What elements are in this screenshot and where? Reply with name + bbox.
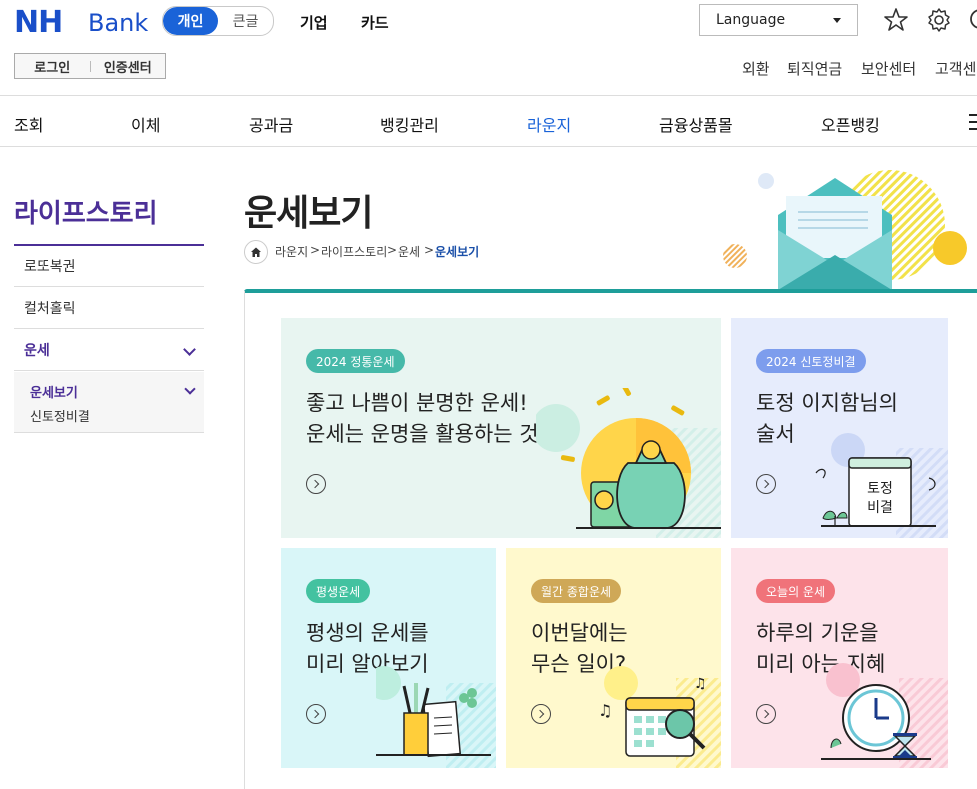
card-title-line2: 술서	[756, 422, 795, 446]
sidebar-item-culture[interactable]: 컬처홀릭	[14, 288, 204, 329]
svg-text:♫: ♫	[694, 676, 707, 692]
clock-hourglass-illustration	[821, 663, 948, 768]
language-select[interactable]: Language	[699, 4, 858, 36]
card-daily-fortune[interactable]: 오늘의 운세 하루의 기운을 미리 아는 지혜	[731, 548, 948, 768]
gnb-open-banking[interactable]: 오픈뱅킹	[821, 112, 880, 136]
util-foreign-exchange[interactable]: 외환	[742, 58, 770, 79]
bank-logo[interactable]: Bank	[88, 9, 148, 37]
sidebar-item-fortune[interactable]: 운세	[14, 330, 204, 371]
menu-icon[interactable]	[967, 112, 977, 132]
gnb-financial-mall[interactable]: 금융상품몰	[659, 112, 733, 136]
breadcrumb-separator: >	[424, 243, 435, 257]
top-menu-card[interactable]: 카드	[361, 12, 389, 33]
card-arrow-button[interactable]	[531, 704, 551, 724]
book-title-line1: 토정	[867, 481, 893, 497]
certificate-center-button[interactable]: 인증센터	[91, 57, 166, 76]
card-title-line2: 운세는 운명을 활용하는 것	[306, 422, 539, 446]
svg-text:♫: ♫	[598, 701, 612, 720]
gnb-banking-management[interactable]: 뱅킹관리	[380, 112, 439, 136]
sidebar-item-label: 운세	[24, 343, 50, 359]
breadcrumb-item[interactable]: 운세	[398, 243, 420, 260]
divider	[0, 146, 977, 147]
divider	[0, 95, 977, 96]
gnb-transfer[interactable]: 이체	[131, 112, 160, 136]
sidebar-item-lotto[interactable]: 로또복권	[14, 246, 204, 287]
card-annual-fortune[interactable]: 2024 정통운세 좋고 나쁨이 분명한 운세! 운세는 운명을 활용하는 것	[281, 318, 721, 538]
divider	[244, 291, 245, 789]
search-icon[interactable]	[966, 6, 977, 34]
card-monthly-fortune[interactable]: 월간 종합운세 이번달에는 무슨 일이? ♫ ♫	[506, 548, 721, 768]
gnb-utility-bill[interactable]: 공과금	[249, 112, 293, 136]
card-title-line1: 이번달에는	[531, 621, 628, 645]
content-top-bar	[244, 289, 977, 293]
card-badge: 오늘의 운세	[756, 579, 836, 603]
card-arrow-button[interactable]	[756, 474, 776, 494]
page-title: 운세보기	[244, 193, 373, 234]
gnb-lounge[interactable]: 라운지	[527, 112, 571, 136]
book-title-line2: 비결	[867, 500, 893, 516]
book-title: 토정 비결	[849, 480, 911, 518]
language-label: Language	[716, 12, 786, 28]
card-lifetime-fortune[interactable]: 평생운세 평생의 운세를 미리 알아보기	[281, 548, 496, 768]
breadcrumb-item[interactable]: 라이프스토리	[321, 243, 387, 260]
card-badge: 2024 정통운세	[306, 349, 405, 373]
card-arrow-button[interactable]	[306, 704, 326, 724]
calendar-illustration: ♫ ♫	[598, 666, 721, 768]
card-arrow-button[interactable]	[306, 474, 326, 494]
breadcrumb-item[interactable]: 라운지	[275, 243, 308, 260]
money-bag-illustration	[536, 388, 721, 538]
util-security-center[interactable]: 보안센터	[861, 58, 916, 79]
chevron-down-icon	[183, 343, 196, 356]
card-tojeong-fortune[interactable]: 2024 신토정비결 토정 이지함님의 술서 토정 비결	[731, 318, 948, 538]
card-title-line1: 평생의 운세를	[306, 621, 429, 645]
card-title-line1: 하루의 기운을	[756, 621, 879, 645]
card-badge: 월간 종합운세	[531, 579, 622, 603]
sidebar-item-label: 컬처홀릭	[24, 301, 76, 317]
home-icon	[251, 247, 261, 257]
login-bar: 로그인 인증센터	[14, 53, 166, 79]
sidebar-subitem-fortune-view[interactable]: 운세보기	[30, 382, 78, 401]
nh-logo[interactable]: NH	[14, 5, 63, 40]
card-arrow-button[interactable]	[756, 704, 776, 724]
card-badge: 2024 신토정비결	[756, 349, 866, 373]
sidebar-title: 라이프스토리	[14, 199, 158, 229]
util-customer-center[interactable]: 고객센	[935, 58, 976, 79]
star-icon[interactable]	[882, 6, 910, 34]
gear-icon[interactable]	[925, 6, 953, 34]
breadcrumb-separator: >	[310, 243, 321, 257]
view-mode-toggle: 개인 큰글	[162, 6, 274, 36]
breadcrumb-current: 운세보기	[435, 245, 480, 259]
large-text-mode-button[interactable]: 큰글	[218, 7, 273, 35]
card-badge: 평생운세	[306, 579, 371, 603]
breadcrumb-separator: >	[387, 243, 398, 257]
card-title-line1: 토정 이지함님의	[756, 391, 898, 415]
caret-down-icon	[833, 17, 841, 23]
pencil-cup-illustration	[376, 666, 496, 768]
util-retirement-pension[interactable]: 퇴직연금	[787, 58, 842, 79]
personal-mode-button[interactable]: 개인	[163, 7, 218, 35]
login-button[interactable]: 로그인	[15, 57, 90, 76]
top-menu-business[interactable]: 기업	[300, 12, 328, 33]
card-title-line1: 좋고 나쁨이 분명한 운세!	[306, 391, 528, 415]
home-button[interactable]	[244, 240, 268, 264]
envelope-illustration	[723, 170, 967, 290]
sidebar-item-label: 로또복권	[24, 259, 76, 275]
sidebar-subitem-tojeong[interactable]: 신토정비결	[30, 406, 90, 425]
gnb-inquiry[interactable]: 조회	[14, 112, 43, 136]
